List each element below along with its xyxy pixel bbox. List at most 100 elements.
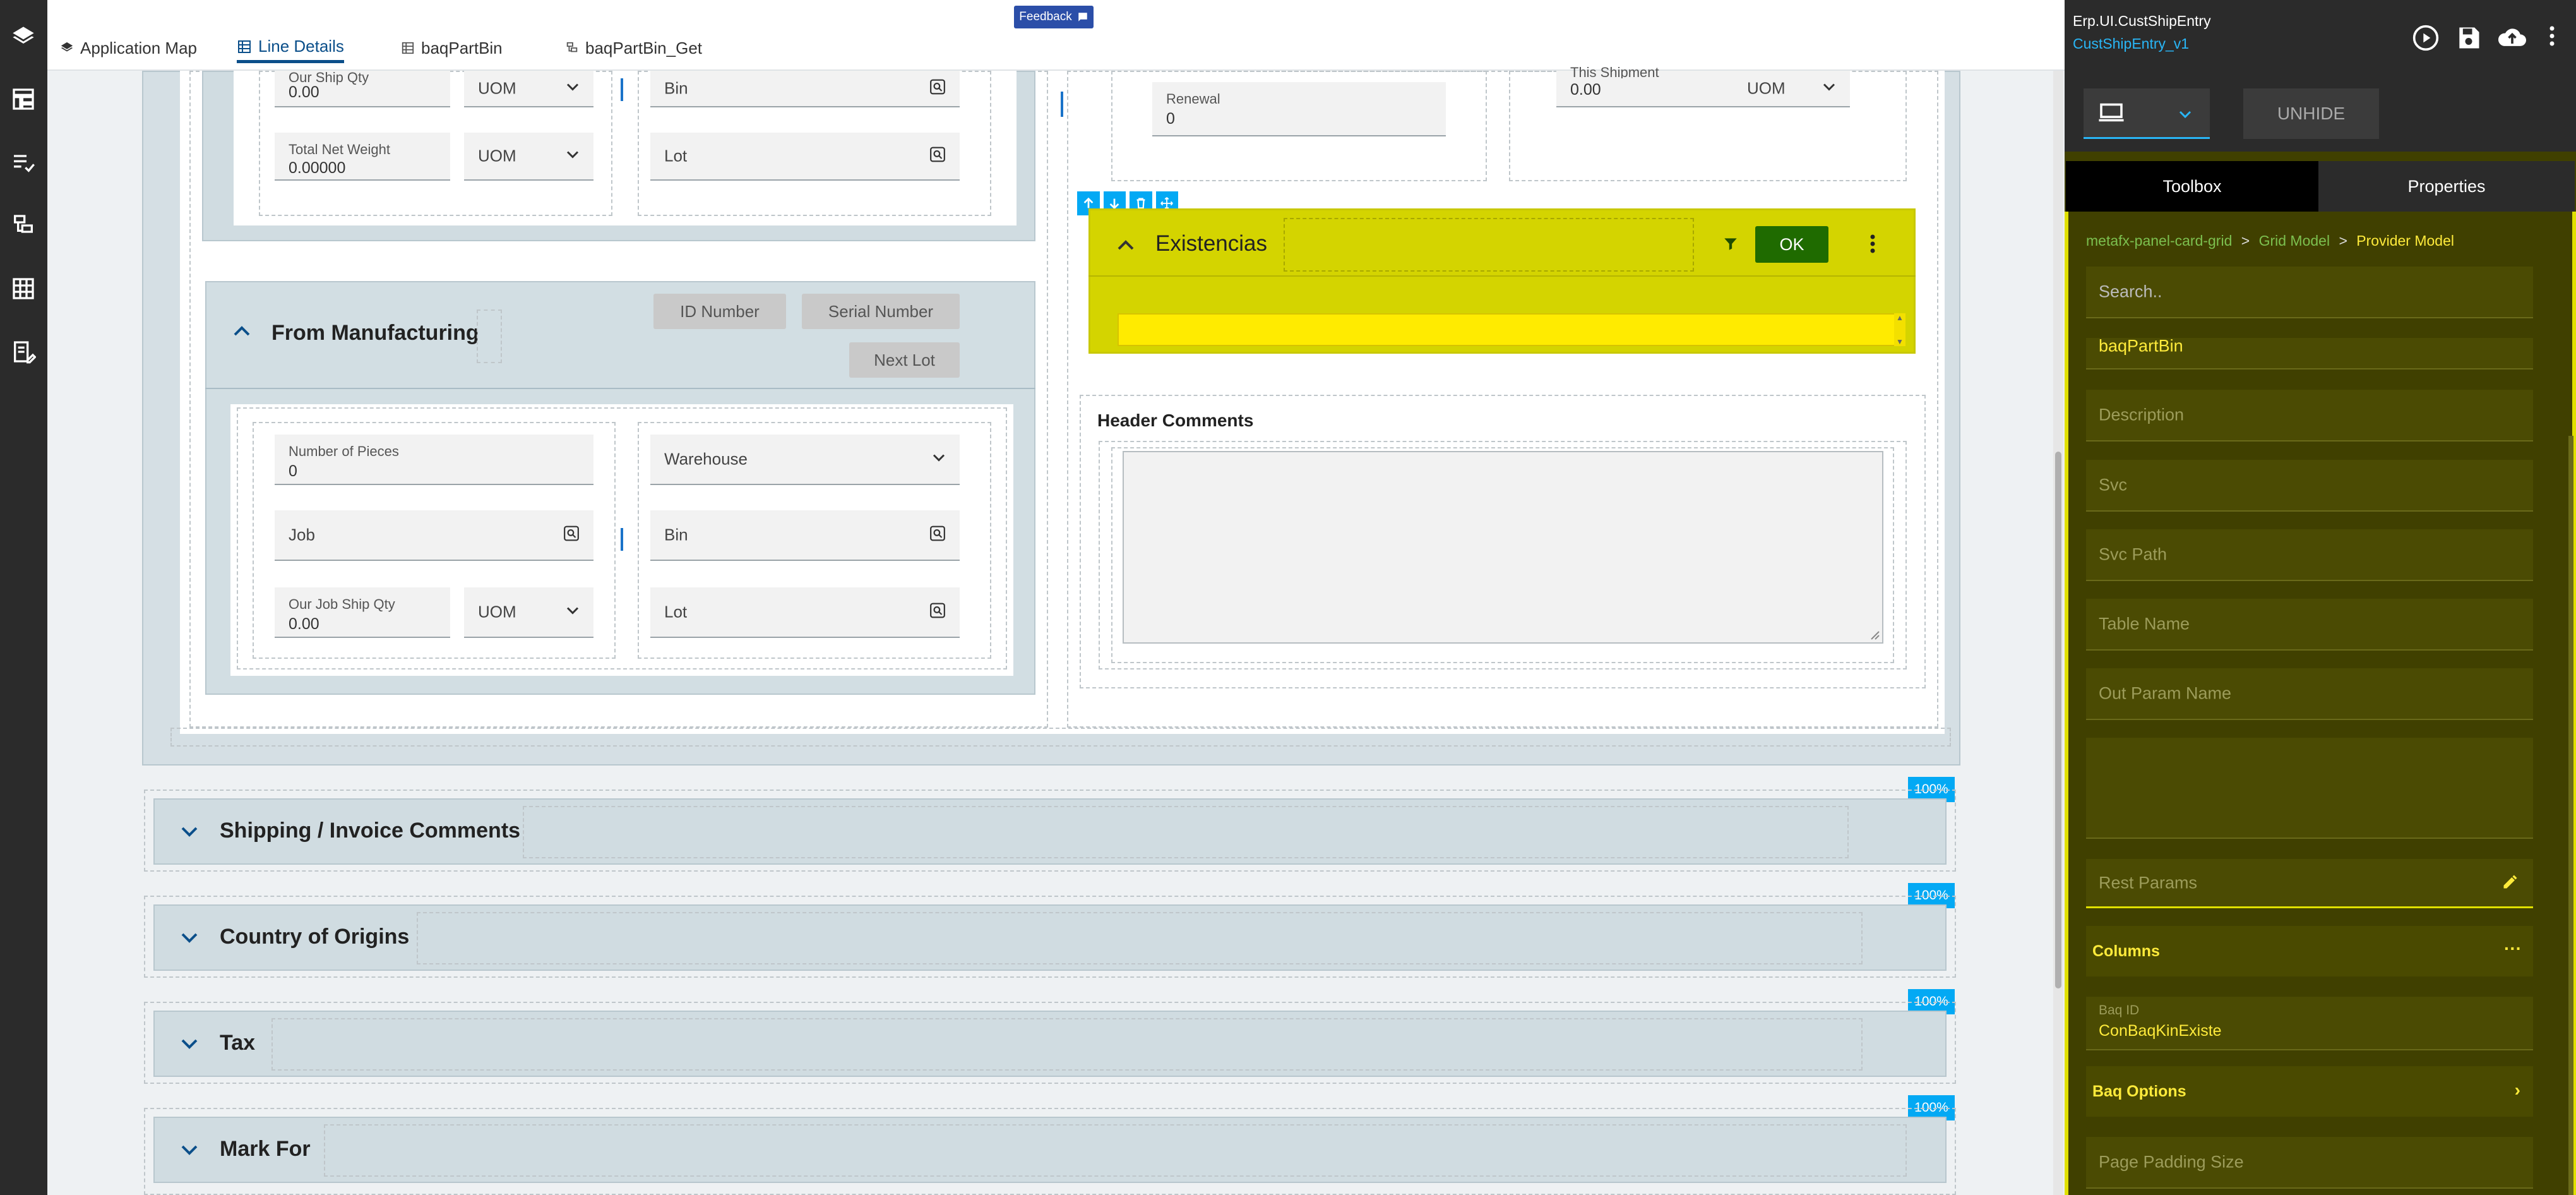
field-placeholder: Page Padding Size (2099, 1152, 2244, 1172)
scrollbar-thumb[interactable] (2055, 452, 2061, 988)
layer-name[interactable]: CustShipEntry_v1 (2073, 35, 2189, 52)
breadcrumb-item[interactable]: metafx-panel-card-grid (2086, 232, 2232, 249)
divider (205, 388, 1035, 389)
section-title: Tax (220, 1031, 256, 1055)
total-net-weight-field[interactable]: Total Net Weight 0.00000 (275, 133, 450, 181)
search-icon[interactable] (563, 525, 580, 545)
our-ship-qty-field[interactable]: Our Ship Qty 0.00 (275, 69, 450, 107)
uom-select-1[interactable]: UOM (464, 71, 593, 107)
uom-select-3[interactable]: UOM (1733, 71, 1850, 107)
grid-scrollbar[interactable]: ▲ ▼ (1894, 313, 1905, 346)
svc-field[interactable]: Svc (2086, 460, 2533, 512)
header-slot (324, 1124, 1907, 1177)
more-vertical-icon[interactable] (2549, 25, 2555, 50)
chevron-down-icon (1822, 83, 1836, 95)
chevron-down-icon (932, 453, 946, 465)
header-comments-label: Header Comments (1097, 411, 1254, 430)
uom-select-2[interactable]: UOM (464, 133, 593, 181)
more-horizontal-icon[interactable]: ··· (2504, 939, 2522, 959)
search-icon[interactable] (929, 603, 946, 622)
serial-number-button[interactable]: Serial Number (802, 294, 960, 329)
tab-toolbox[interactable]: Toolbox (2066, 161, 2318, 212)
table-name-field[interactable]: Table Name (2086, 599, 2533, 651)
grid-icon (402, 42, 414, 54)
rest-params-field[interactable]: Rest Params (2086, 859, 2533, 908)
play-icon[interactable] (2412, 24, 2440, 55)
next-lot-button[interactable]: Next Lot (849, 342, 960, 378)
field-label: Our Job Ship Qty (289, 596, 395, 612)
pencil-icon[interactable] (2501, 873, 2519, 895)
baq-options-row[interactable]: Baq Options › (2086, 1066, 2533, 1117)
chevron-down-icon[interactable] (181, 826, 198, 841)
grid-icon[interactable] (5, 270, 42, 307)
save-icon[interactable] (2455, 24, 2483, 55)
resize-grip-icon[interactable] (1869, 629, 1880, 644)
layout-icon[interactable] (5, 81, 42, 117)
form-edit-icon[interactable] (5, 333, 42, 370)
row-label: Columns (2092, 942, 2160, 960)
lot-field-1[interactable]: Lot (650, 133, 960, 181)
id-number-button[interactable]: ID Number (653, 294, 786, 329)
layers-icon (61, 42, 73, 52)
breadcrumb-item[interactable]: Grid Model (2259, 232, 2330, 249)
baq-name-field[interactable]: baqPartBin (2086, 336, 2533, 369)
tab-properties[interactable]: Properties (2318, 161, 2575, 212)
divider (1088, 275, 1916, 277)
out-param-name-field[interactable]: Out Param Name (2086, 668, 2533, 720)
unhide-button[interactable]: UNHIDE (2243, 88, 2379, 139)
bin-field-2[interactable]: Bin (650, 510, 960, 561)
page-padding-size-field[interactable]: Page Padding Size (2086, 1137, 2533, 1189)
tab-baqpartbin-get[interactable]: baqPartBin_Get (565, 33, 702, 63)
left-toolbar (0, 0, 47, 1195)
search-icon[interactable] (929, 525, 946, 545)
select-value: Warehouse (664, 449, 748, 469)
svc-path-field[interactable]: Svc Path (2086, 529, 2533, 581)
caret-down-icon[interactable]: ▼ (1896, 337, 1904, 346)
chevron-down-icon[interactable] (181, 1038, 198, 1053)
cloud-upload-icon[interactable] (2497, 24, 2527, 55)
search-icon[interactable] (929, 79, 946, 99)
notes-textarea[interactable] (2086, 738, 2533, 839)
caret-up-icon[interactable]: ▲ (1896, 313, 1904, 322)
field-label: This Shipment (1570, 64, 1659, 78)
chevron-up-icon[interactable] (1116, 239, 1135, 255)
existencias-grid-body[interactable] (1118, 313, 1899, 346)
chevron-down-icon[interactable] (181, 1144, 198, 1159)
lot-field-2[interactable]: Lot (650, 587, 960, 638)
workflow-icon[interactable] (5, 207, 42, 244)
tab-application-map[interactable]: Application Map (60, 33, 197, 63)
layers-icon[interactable] (5, 19, 42, 56)
search-icon[interactable] (929, 147, 946, 166)
our-job-ship-qty-field[interactable]: Our Job Ship Qty 0.00 (275, 587, 450, 638)
warehouse-select[interactable]: Warehouse (650, 435, 960, 485)
chevron-down-icon[interactable] (181, 932, 198, 947)
job-field[interactable]: Job (275, 510, 593, 561)
feedback-button[interactable]: Feedback (1014, 6, 1094, 28)
device-select[interactable] (2084, 88, 2210, 139)
bin-field-1[interactable]: Bin (650, 71, 960, 107)
select-value: UOM (478, 602, 516, 622)
field-value: baqPartBin (2099, 336, 2183, 356)
ok-button[interactable]: OK (1755, 226, 1828, 263)
number-of-pieces-field[interactable]: Number of Pieces 0 (275, 435, 593, 485)
tab-line-details[interactable]: Line Details (237, 33, 344, 63)
checklist-icon[interactable] (5, 144, 42, 181)
renewal-field[interactable]: Renewal 0 (1152, 82, 1446, 136)
panel-scrollbar[interactable] (2568, 436, 2573, 1195)
baq-id-field[interactable]: Baq ID ConBaqKinExiste (2086, 997, 2533, 1050)
tab-label: Application Map (80, 38, 197, 57)
more-vertical-icon[interactable] (1869, 234, 1876, 257)
header-comments-textarea[interactable] (1123, 451, 1883, 644)
search-input[interactable]: Search.. (2086, 267, 2533, 318)
field-placeholder: Description (2099, 405, 2185, 424)
description-field[interactable]: Description (2086, 390, 2533, 441)
chevron-right-icon[interactable]: › (2515, 1080, 2520, 1100)
field-label: Number of Pieces (289, 443, 399, 459)
search-placeholder: Search.. (2099, 282, 2162, 301)
chevron-up-icon[interactable] (232, 325, 251, 340)
drop-indicator (621, 528, 623, 551)
filter-icon[interactable] (1722, 235, 1739, 256)
columns-row[interactable]: Columns ··· (2086, 926, 2533, 976)
tab-baqpartbin[interactable]: baqPartBin (401, 33, 503, 63)
uom-select-4[interactable]: UOM (464, 587, 593, 638)
